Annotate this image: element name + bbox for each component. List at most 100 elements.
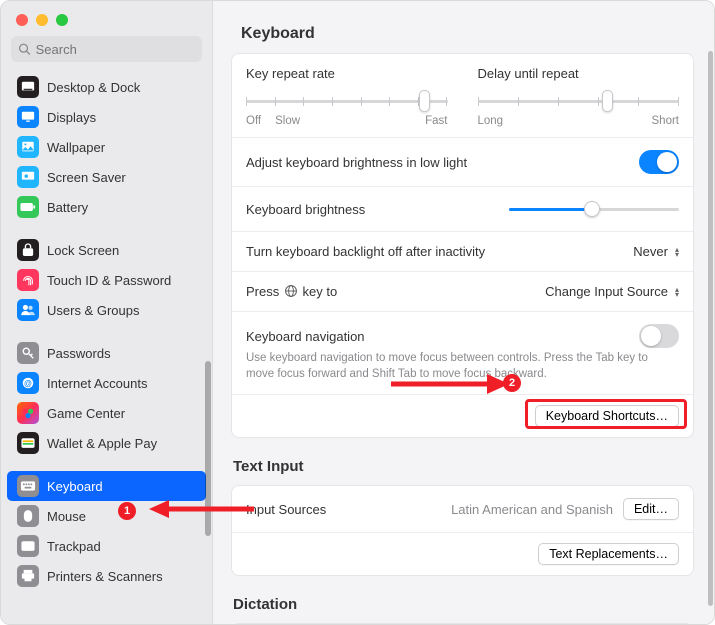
delay-until-repeat-slider[interactable] <box>478 91 680 111</box>
backlight-off-select[interactable]: Never ▴▾ <box>633 244 679 259</box>
keyboard-navigation-toggle[interactable] <box>639 324 679 348</box>
screen-saver-icon <box>17 166 39 188</box>
row-press-globe: Press key to Change Input Source ▴▾ <box>232 272 693 312</box>
sidebar-item-internet-accounts[interactable]: @ Internet Accounts <box>7 368 206 398</box>
sidebar-item-lock-screen[interactable]: Lock Screen <box>7 235 206 265</box>
fullscreen-window-button[interactable] <box>56 14 68 26</box>
passwords-icon <box>17 342 39 364</box>
sidebar-item-label: Wallpaper <box>47 140 105 155</box>
lock-screen-icon <box>17 239 39 261</box>
wallpaper-icon <box>17 136 39 158</box>
annotation-badge-2: 2 <box>503 374 521 392</box>
input-sources-label: Input Sources <box>246 502 326 517</box>
delay-until-repeat-col: Delay until repeat Long Short <box>478 66 680 127</box>
chevron-updown-icon: ▴▾ <box>675 247 679 257</box>
sidebar: Desktop & Dock Displays Wallpaper Screen Sa… <box>1 1 213 624</box>
keyboard-brightness-slider[interactable] <box>509 199 679 219</box>
window-controls <box>1 1 212 36</box>
minimize-window-button[interactable] <box>36 14 48 26</box>
sidebar-item-mouse[interactable]: Mouse <box>7 501 206 531</box>
sidebar-item-printers[interactable]: Printers & Scanners <box>7 561 206 591</box>
settings-scroll[interactable]: Key repeat rate Off Slow Fast <box>213 53 714 625</box>
adjust-brightness-low-light-label: Adjust keyboard brightness in low light <box>246 155 467 170</box>
search-icon <box>18 42 31 56</box>
scale-short: Short <box>652 115 680 127</box>
sidebar-item-touch-id[interactable]: Touch ID & Password <box>7 265 206 295</box>
search-field[interactable] <box>11 36 202 62</box>
key-repeat-rate-label: Key repeat rate <box>246 66 448 81</box>
keyboard-navigation-desc: Use keyboard navigation to move focus be… <box>246 351 679 382</box>
sidebar-item-label: Displays <box>47 110 96 125</box>
users-groups-icon <box>17 299 39 321</box>
wallet-icon <box>17 432 39 454</box>
mouse-icon <box>17 505 39 527</box>
input-sources-edit-button[interactable]: Edit… <box>623 498 679 520</box>
dictation-section-title: Dictation <box>233 596 694 613</box>
text-input-section-title: Text Input <box>233 458 694 475</box>
scale-slow: Slow <box>275 115 300 127</box>
sidebar-item-passwords[interactable]: Passwords <box>7 338 206 368</box>
row-keyboard-brightness: Keyboard brightness <box>232 187 693 232</box>
adjust-brightness-low-light-toggle[interactable] <box>639 150 679 174</box>
keyboard-brightness-label: Keyboard brightness <box>246 202 365 217</box>
scale-fast: Fast <box>425 115 447 127</box>
sidebar-item-battery[interactable]: Battery <box>7 192 206 222</box>
annotation-badge-1: 1 <box>118 502 136 520</box>
scale-off: Off <box>246 115 261 127</box>
globe-icon <box>284 284 298 298</box>
touch-id-icon <box>17 269 39 291</box>
row-keyboard-shortcuts: Keyboard Shortcuts… <box>232 395 693 437</box>
row-keyboard-navigation: Keyboard navigation Use keyboard navigat… <box>232 312 693 395</box>
keyboard-shortcuts-button[interactable]: Keyboard Shortcuts… <box>535 405 679 427</box>
sidebar-item-game-center[interactable]: Game Center <box>7 398 206 428</box>
press-globe-select[interactable]: Change Input Source ▴▾ <box>545 284 679 299</box>
row-input-sources: Input Sources Latin American and Spanish… <box>232 486 693 533</box>
keyboard-icon <box>17 475 39 497</box>
displays-icon <box>17 106 39 128</box>
key-repeat-rate-col: Key repeat rate Off Slow Fast <box>246 66 448 127</box>
sidebar-item-desktop-dock[interactable]: Desktop & Dock <box>7 72 206 102</box>
row-text-replacements: Text Replacements… <box>232 533 693 575</box>
sidebar-item-displays[interactable]: Displays <box>7 102 206 132</box>
sidebar-item-users-groups[interactable]: Users & Groups <box>7 295 206 325</box>
sidebar-item-label: Screen Saver <box>47 170 126 185</box>
sidebar-item-label: Passwords <box>47 346 111 361</box>
internet-accounts-icon: @ <box>17 372 39 394</box>
row-backlight-off: Turn keyboard backlight off after inacti… <box>232 232 693 272</box>
keyboard-card: Key repeat rate Off Slow Fast <box>231 53 694 438</box>
sidebar-scrollbar[interactable] <box>205 361 211 536</box>
battery-icon <box>17 196 39 218</box>
content-scrollbar[interactable] <box>708 51 713 606</box>
sidebar-nav[interactable]: Desktop & Dock Displays Wallpaper Screen Sa… <box>1 72 212 624</box>
search-input[interactable] <box>36 42 195 57</box>
scale-long: Long <box>478 115 504 127</box>
text-input-card: Input Sources Latin American and Spanish… <box>231 485 694 576</box>
printers-icon <box>17 565 39 587</box>
sidebar-item-label: Mouse <box>47 509 86 524</box>
key-repeat-rate-slider[interactable] <box>246 91 448 111</box>
backlight-off-label: Turn keyboard backlight off after inacti… <box>246 244 485 259</box>
sidebar-item-keyboard[interactable]: Keyboard <box>7 471 206 501</box>
row-adjust-brightness-low-light: Adjust keyboard brightness in low light <box>232 138 693 187</box>
keyboard-navigation-label: Keyboard navigation <box>246 329 365 344</box>
input-sources-value: Latin American and Spanish <box>451 502 613 517</box>
sidebar-item-label: Touch ID & Password <box>47 273 171 288</box>
sidebar-item-label: Trackpad <box>47 539 101 554</box>
sidebar-item-label: Internet Accounts <box>47 376 147 391</box>
sidebar-item-label: Desktop & Dock <box>47 80 140 95</box>
sidebar-item-label: Wallet & Apple Pay <box>47 436 157 451</box>
page-title: Keyboard <box>241 25 686 43</box>
sidebar-item-label: Game Center <box>47 406 125 421</box>
system-settings-window: Desktop & Dock Displays Wallpaper Screen Sa… <box>0 0 715 625</box>
game-center-icon <box>17 402 39 424</box>
text-replacements-button[interactable]: Text Replacements… <box>538 543 679 565</box>
sidebar-item-screen-saver[interactable]: Screen Saver <box>7 162 206 192</box>
desktop-dock-icon <box>17 76 39 98</box>
sidebar-item-trackpad[interactable]: Trackpad <box>7 531 206 561</box>
delay-until-repeat-label: Delay until repeat <box>478 66 680 81</box>
close-window-button[interactable] <box>16 14 28 26</box>
sidebar-item-label: Printers & Scanners <box>47 569 163 584</box>
sidebar-item-wallpaper[interactable]: Wallpaper <box>7 132 206 162</box>
svg-text:@: @ <box>24 379 32 388</box>
sidebar-item-wallet[interactable]: Wallet & Apple Pay <box>7 428 206 458</box>
